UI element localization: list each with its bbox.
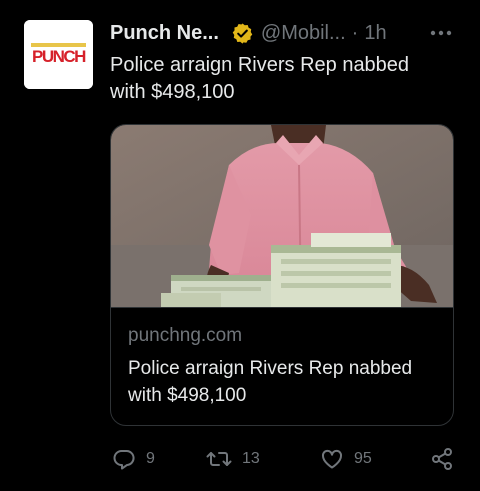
like-icon — [321, 449, 343, 469]
repost-count: 13 — [242, 450, 260, 467]
verified-badge-icon[interactable] — [231, 22, 254, 45]
reply-button[interactable]: 9 — [112, 444, 155, 474]
repost-button[interactable]: 13 — [206, 444, 260, 474]
like-button[interactable]: 95 — [320, 444, 372, 474]
more-icon[interactable] — [426, 18, 456, 48]
tweet-header: Punch Ne... @Mobil... · 1h — [110, 18, 456, 48]
card-image[interactable] — [111, 125, 453, 308]
avatar[interactable]: PUNCH — [24, 20, 93, 89]
author-handle[interactable]: @Mobil... — [261, 22, 346, 45]
reply-count: 9 — [146, 450, 155, 467]
reply-icon — [113, 449, 135, 470]
share-button[interactable] — [430, 444, 454, 474]
share-icon — [432, 448, 452, 470]
svg-text:PUNCH: PUNCH — [32, 47, 86, 66]
link-card[interactable]: punchng.com Police arraign Rivers Rep na… — [110, 124, 454, 426]
tweet-actions: 9 13 95 — [110, 444, 456, 474]
repost-icon — [206, 452, 232, 466]
card-photo — [111, 125, 453, 307]
author-name[interactable]: Punch Ne... — [110, 22, 219, 45]
punch-logo: PUNCH — [24, 20, 93, 89]
card-title: Police arraign Rivers Rep nabbed with $4… — [128, 358, 413, 406]
like-count: 95 — [354, 450, 372, 467]
card-domain: punchng.com — [128, 325, 243, 346]
tweet-time[interactable]: 1h — [364, 22, 386, 45]
tweet-text: Police arraign Rivers Rep nabbed with $4… — [110, 54, 410, 103]
separator-dot: · — [351, 21, 359, 44]
